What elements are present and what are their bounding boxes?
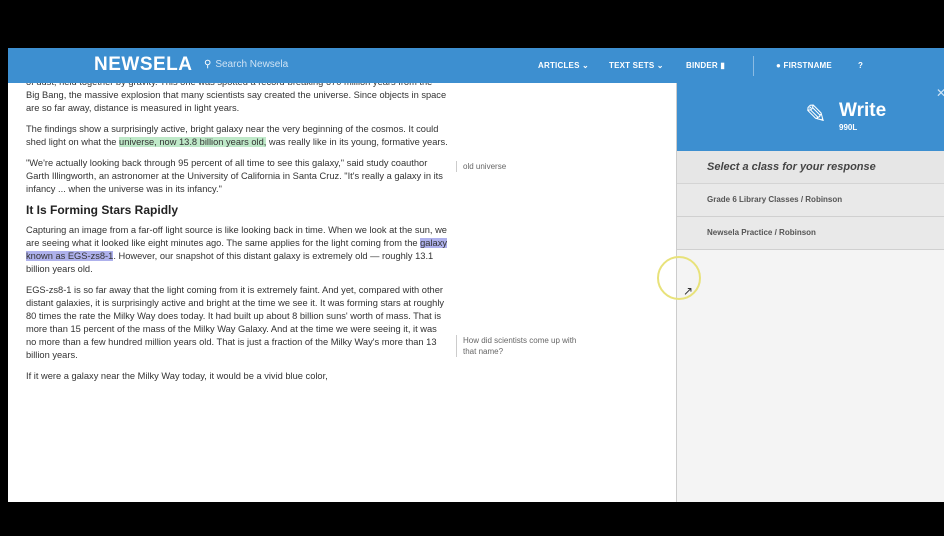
user-firstname: FIRSTNAME bbox=[783, 61, 832, 70]
article-paragraph: EGS-zs8-1 is so far away that the light … bbox=[26, 285, 445, 360]
write-panel-header: ✎ Write 990L ✕ bbox=[677, 83, 944, 151]
search-box[interactable]: ⚲ Search Newsela bbox=[204, 59, 288, 70]
newsela-logo[interactable]: NEWSELA bbox=[94, 54, 193, 76]
class-option[interactable]: Newsela Practice / Robinson bbox=[677, 217, 944, 250]
article-paragraph: "We're actually looking back through 95 … bbox=[26, 158, 443, 194]
section-heading: It Is Forming Stars Rapidly bbox=[26, 203, 179, 217]
top-navbar: NEWSELA ⚲ Search Newsela ARTICLES ⌄ TEXT… bbox=[8, 48, 944, 83]
search-icon: ⚲ bbox=[204, 59, 212, 70]
class-option[interactable]: Grade 6 Library Classes / Robinson bbox=[677, 184, 944, 217]
binder-label: BINDER bbox=[686, 61, 718, 70]
cursor-highlight-ring bbox=[657, 256, 701, 300]
annotation-note[interactable]: How did scientists come up with that nam… bbox=[456, 335, 578, 357]
app-screen: NEWSELA ⚲ Search Newsela ARTICLES ⌄ TEXT… bbox=[8, 48, 944, 502]
close-icon[interactable]: ✕ bbox=[936, 86, 944, 100]
class-option-label: Newsela Practice / Robinson bbox=[707, 228, 816, 237]
highlight-green[interactable]: universe, now 13.8 billion years old, bbox=[119, 137, 267, 147]
nav-divider bbox=[753, 56, 754, 76]
letterbox-bottom bbox=[0, 502, 944, 536]
article-body: of dust, held together by gravity. This … bbox=[8, 83, 676, 502]
binder-icon: ▮ bbox=[720, 61, 725, 70]
pencil-icon: ✎ bbox=[805, 99, 827, 129]
mouse-cursor-icon: ↗ bbox=[683, 284, 694, 298]
search-placeholder[interactable]: Search Newsela bbox=[215, 59, 288, 70]
letterbox-top bbox=[0, 0, 944, 48]
select-class-prompt: Select a class for your response bbox=[707, 161, 876, 173]
binder-link[interactable]: BINDER ▮ bbox=[686, 61, 725, 70]
text-sets-menu[interactable]: TEXT SETS ⌄ bbox=[609, 61, 664, 70]
article-paragraph: Capturing an image from a far-off light … bbox=[26, 225, 448, 274]
write-panel: ✎ Write 990L ✕ Select a class for your r… bbox=[676, 83, 944, 502]
article-paragraph: of dust, held together by gravity. This … bbox=[26, 83, 447, 113]
user-avatar-icon: ● bbox=[776, 61, 782, 70]
annotation-note[interactable]: old universe bbox=[456, 161, 506, 172]
lexile-level: 990L bbox=[839, 123, 858, 132]
article-paragraph: The findings show a surprisingly active,… bbox=[26, 124, 448, 147]
class-option-label: Grade 6 Library Classes / Robinson bbox=[707, 195, 843, 204]
articles-menu[interactable]: ARTICLES ⌄ bbox=[538, 61, 589, 70]
user-menu[interactable]: ● FIRSTNAME bbox=[776, 61, 832, 70]
select-class-header: Select a class for your response bbox=[677, 151, 944, 184]
write-title: Write bbox=[839, 100, 887, 121]
article-text-column: of dust, held together by gravity. This … bbox=[26, 83, 448, 391]
help-icon[interactable]: ? bbox=[858, 61, 863, 70]
article-paragraph: If it were a galaxy near the Milky Way t… bbox=[26, 371, 328, 381]
